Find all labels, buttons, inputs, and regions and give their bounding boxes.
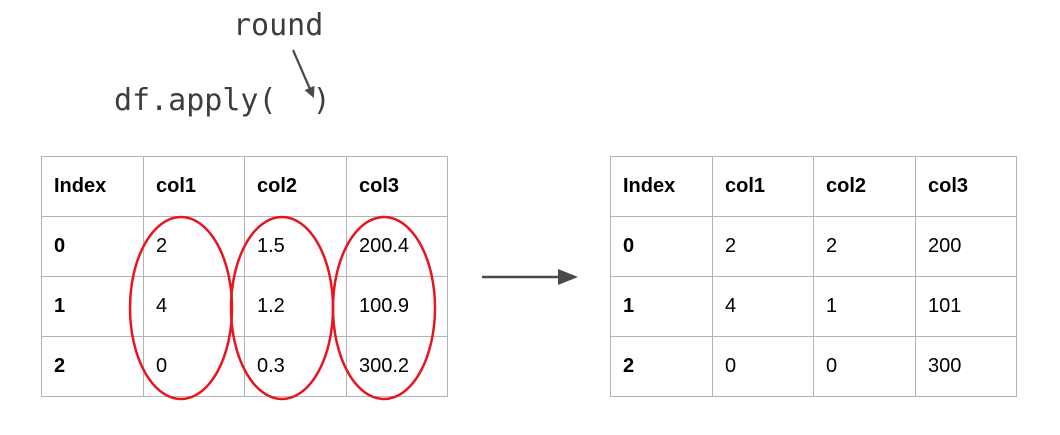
column-header-index: Index (610, 156, 713, 217)
table-cell: 2 (712, 216, 814, 277)
row-index-cell: 2 (41, 336, 144, 397)
row-index-cell: 2 (610, 336, 713, 397)
table-cell: 0.3 (244, 336, 347, 397)
table-cell: 1.5 (244, 216, 347, 277)
table-cell: 4 (143, 276, 245, 337)
function-name-label: round (233, 8, 324, 43)
table-cell: 4 (712, 276, 814, 337)
column-header-col2: col2 (244, 156, 347, 217)
table-cell: 300 (915, 336, 1017, 397)
column-header-index: Index (41, 156, 144, 217)
table-cell: 1 (813, 276, 916, 337)
table-cell: 2 (813, 216, 916, 277)
table-header-row: Index col1 col2 col3 (41, 156, 448, 217)
column-header-col3: col3 (915, 156, 1017, 217)
table-row: 0 2 1.5 200.4 (41, 216, 448, 277)
transform-arrow-icon (482, 269, 578, 285)
table-cell: 0 (143, 336, 245, 397)
table-cell: 1.2 (244, 276, 347, 337)
table-row: 0 2 2 200 (610, 216, 1017, 277)
row-index-cell: 1 (610, 276, 713, 337)
table-cell: 200.4 (346, 216, 448, 277)
table-cell: 100.9 (346, 276, 448, 337)
table-row: 2 0 0.3 300.2 (41, 336, 448, 397)
row-index-cell: 0 (610, 216, 713, 277)
table-row: 2 0 0 300 (610, 336, 1017, 397)
column-header-col1: col1 (712, 156, 814, 217)
table-cell: 300.2 (346, 336, 448, 397)
table-cell: 200 (915, 216, 1017, 277)
column-header-col2: col2 (813, 156, 916, 217)
table-row: 1 4 1.2 100.9 (41, 276, 448, 337)
table-cell: 2 (143, 216, 245, 277)
input-dataframe-table: Index col1 col2 col3 0 2 1.5 200.4 1 4 1… (41, 156, 448, 397)
column-header-col1: col1 (143, 156, 245, 217)
table-header-row: Index col1 col2 col3 (610, 156, 1017, 217)
row-index-cell: 1 (41, 276, 144, 337)
apply-expression: df.apply( ) (114, 83, 331, 118)
column-header-col3: col3 (346, 156, 448, 217)
output-dataframe-table: Index col1 col2 col3 0 2 2 200 1 4 1 101… (610, 156, 1017, 397)
table-cell: 101 (915, 276, 1017, 337)
table-row: 1 4 1 101 (610, 276, 1017, 337)
table-cell: 0 (813, 336, 916, 397)
table-cell: 0 (712, 336, 814, 397)
row-index-cell: 0 (41, 216, 144, 277)
